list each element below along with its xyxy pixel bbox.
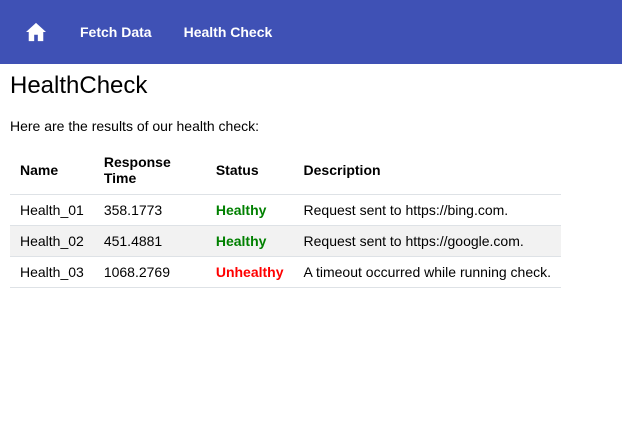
cell-name: Health_02 — [10, 225, 94, 257]
cell-name: Health_01 — [10, 194, 94, 226]
table-row: Health_01 358.1773 Healthy Request sent … — [10, 194, 561, 226]
home-button[interactable] — [24, 20, 48, 44]
column-header-response-time: Response Time — [93, 146, 206, 195]
nav-link-health-check[interactable]: Health Check — [176, 16, 281, 48]
table-header-row: Name Response Time Status Description — [10, 146, 561, 195]
top-navbar: Fetch Data Health Check — [0, 0, 622, 64]
cell-response-time: 1068.2769 — [93, 256, 206, 288]
cell-description: Request sent to https://google.com. — [293, 225, 561, 257]
cell-status: Unhealthy — [205, 256, 294, 288]
cell-description: Request sent to https://bing.com. — [293, 194, 561, 226]
column-header-name: Name — [10, 146, 94, 195]
cell-status: Healthy — [205, 194, 294, 226]
cell-description: A timeout occurred while running check. — [293, 256, 561, 288]
cell-response-time: 451.4881 — [93, 225, 206, 257]
column-header-description: Description — [293, 146, 561, 195]
home-icon — [26, 22, 46, 42]
page-title: HealthCheck — [10, 72, 148, 99]
cell-response-time: 358.1773 — [93, 194, 206, 226]
nav-link-fetch-data[interactable]: Fetch Data — [72, 16, 160, 48]
column-header-status: Status — [205, 146, 294, 195]
table-row: Health_02 451.4881 Healthy Request sent … — [10, 225, 561, 257]
table-row: Health_03 1068.2769 Unhealthy A timeout … — [10, 256, 561, 288]
health-check-table: Name Response Time Status Description He… — [10, 146, 561, 288]
cell-status: Healthy — [205, 225, 294, 257]
cell-name: Health_03 — [10, 256, 94, 288]
main-content: HealthCheck Here are the results of our … — [0, 64, 622, 296]
intro-text: Here are the results of our health check… — [10, 118, 260, 134]
